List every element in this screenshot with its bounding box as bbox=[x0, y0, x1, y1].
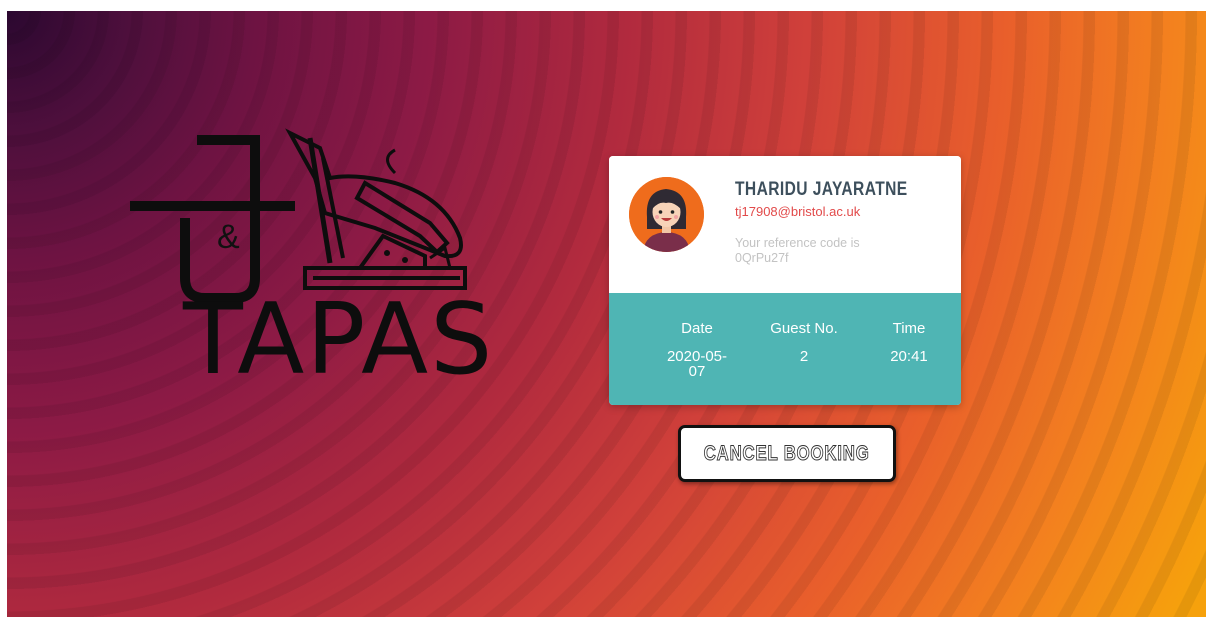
date-value: 2020-05-07 bbox=[666, 348, 728, 380]
reference-code: Your reference code is 0QrPu27f bbox=[735, 236, 860, 265]
date-label: Date bbox=[681, 320, 713, 337]
time-label: Time bbox=[892, 320, 926, 337]
restaurant-logo: & TAPAS bbox=[125, 118, 495, 397]
booking-details: Date 2020-05-07 Guest No. 2 Time 20:41 bbox=[609, 293, 961, 405]
guest-name: THARIDU JAYARATNE bbox=[735, 179, 908, 200]
logo-text: TAPAS bbox=[183, 283, 495, 397]
booking-card-header: THARIDU JAYARATNE tj17908@bristol.ac.uk … bbox=[609, 156, 961, 293]
date-column: Date 2020-05-07 bbox=[659, 320, 735, 379]
cancel-booking-button[interactable]: CANCEL BOOKING bbox=[678, 425, 896, 482]
guest-email: tj17908@bristol.ac.uk bbox=[735, 204, 861, 219]
logo-ampersand: & bbox=[217, 218, 240, 256]
guests-value: 2 bbox=[799, 348, 809, 365]
booking-card: THARIDU JAYARATNE tj17908@bristol.ac.uk … bbox=[609, 156, 961, 405]
guests-label: Guest No. bbox=[770, 320, 838, 337]
time-value: 20:41 bbox=[890, 348, 928, 365]
guests-column: Guest No. 2 bbox=[759, 320, 849, 364]
cancel-booking-label: CANCEL BOOKING bbox=[704, 441, 870, 465]
time-column: Time 20:41 bbox=[883, 320, 935, 364]
avatar bbox=[629, 177, 704, 252]
user-avatar-icon bbox=[629, 177, 704, 252]
